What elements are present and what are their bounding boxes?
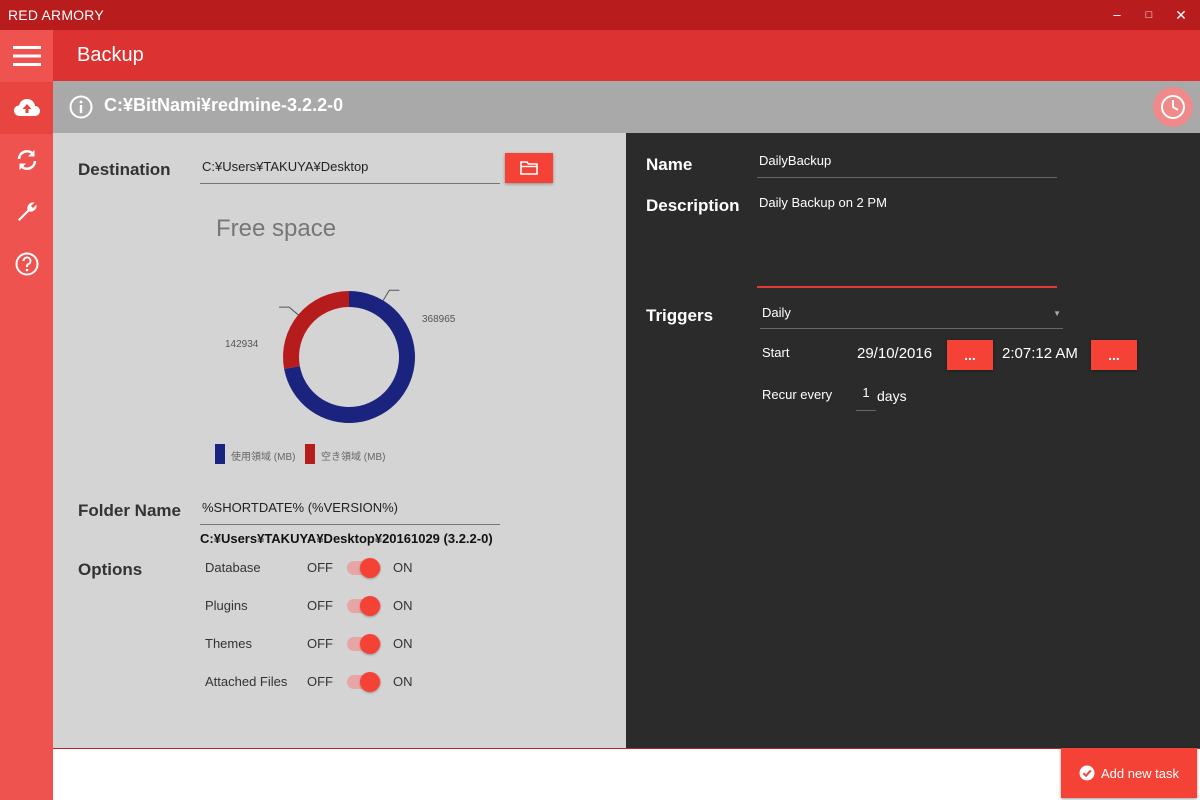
task-name-value: DailyBackup bbox=[759, 153, 832, 168]
start-time: 2:07:12 AM bbox=[1002, 345, 1078, 362]
toggle-on-label: ON bbox=[393, 598, 413, 613]
sidebar-item-help[interactable] bbox=[0, 238, 53, 290]
option-label: Database bbox=[205, 560, 261, 575]
used-space-leader bbox=[382, 289, 400, 301]
title-bar: RED ARMORY – □ ✕ bbox=[0, 0, 1200, 30]
free-space-leader bbox=[279, 306, 299, 316]
option-label: Plugins bbox=[205, 598, 248, 613]
legend-label-used: 使用領域 (MB) bbox=[231, 452, 296, 463]
resolved-path: C:¥Users¥TAKUYA¥Desktop¥20161029 (3.2.2-… bbox=[200, 531, 493, 546]
chart-legend: 使用領域 (MB) 空き領域 (MB) bbox=[215, 444, 455, 464]
browse-folder-button[interactable] bbox=[505, 153, 553, 183]
help-icon bbox=[15, 252, 38, 276]
info-icon bbox=[69, 95, 93, 119]
toggle-off-label: OFF bbox=[307, 598, 333, 613]
page-header: Backup bbox=[53, 30, 1200, 81]
toggle-on-label: ON bbox=[393, 674, 413, 689]
toggle-on-label: ON bbox=[393, 560, 413, 575]
path-bar: C:¥BitNami¥redmine-3.2.2-0 bbox=[53, 81, 1200, 133]
menu-button[interactable] bbox=[0, 30, 53, 82]
options-label: Options bbox=[78, 560, 143, 579]
destination-label: Destination bbox=[78, 160, 171, 179]
recur-input[interactable]: 1 bbox=[856, 385, 876, 411]
backup-settings-panel: Destination C:¥Users¥TAKUYA¥Desktop Free… bbox=[53, 133, 626, 748]
app-title: RED ARMORY bbox=[8, 7, 104, 23]
toggle-knob bbox=[360, 634, 380, 654]
folder-name-value: %SHORTDATE% (%VERSION%) bbox=[202, 500, 398, 515]
start-label: Start bbox=[762, 345, 790, 360]
toggle-off-label: OFF bbox=[307, 560, 333, 575]
maximize-button[interactable]: □ bbox=[1134, 4, 1164, 26]
toggle-knob bbox=[360, 672, 380, 692]
date-picker-button[interactable]: ... bbox=[947, 340, 993, 370]
recur-value: 1 bbox=[862, 385, 870, 400]
toggle-on-label: ON bbox=[393, 636, 413, 651]
folder-name-input[interactable]: %SHORTDATE% (%VERSION%) bbox=[200, 500, 500, 525]
free-space-slice bbox=[283, 291, 349, 370]
add-task-label: Add new task bbox=[1100, 765, 1180, 781]
wrench-icon bbox=[17, 202, 37, 221]
description-value: Daily Backup on 2 PM bbox=[759, 195, 887, 210]
option-label: Themes bbox=[205, 636, 252, 651]
toggle-off-label: OFF bbox=[307, 636, 333, 651]
clock-icon bbox=[1161, 95, 1185, 119]
recur-unit: days bbox=[877, 388, 907, 404]
destination-input[interactable]: C:¥Users¥TAKUYA¥Desktop bbox=[200, 159, 500, 184]
folder-icon bbox=[520, 161, 538, 175]
triggers-label: Triggers bbox=[646, 306, 714, 325]
time-picker-button[interactable]: ... bbox=[1091, 340, 1137, 370]
folder-name-label: Folder Name bbox=[78, 501, 181, 520]
sidebar-item-settings[interactable] bbox=[0, 186, 53, 238]
bottom-bar bbox=[53, 748, 1200, 800]
trigger-select[interactable]: Daily ▼ bbox=[760, 305, 1063, 329]
history-button[interactable] bbox=[1153, 87, 1193, 127]
start-date: 29/10/2016 bbox=[857, 345, 933, 362]
minimize-button[interactable]: – bbox=[1102, 4, 1132, 26]
trigger-value: Daily bbox=[762, 305, 791, 320]
hamburger-menu-icon bbox=[12, 46, 41, 66]
description-textarea[interactable]: Daily Backup on 2 PM bbox=[757, 195, 1057, 288]
option-label: Attached Files bbox=[205, 674, 288, 689]
check-circle-icon bbox=[1079, 765, 1095, 781]
description-label: Description bbox=[646, 196, 740, 215]
sidebar-item-backup[interactable] bbox=[0, 82, 53, 134]
page-title: Backup bbox=[77, 44, 144, 66]
destination-value: C:¥Users¥TAKUYA¥Desktop bbox=[202, 159, 369, 174]
legend-label-free: 空き領域 (MB) bbox=[321, 452, 386, 463]
cloud-upload-icon bbox=[13, 99, 40, 116]
toggle-knob bbox=[360, 596, 380, 616]
task-settings-panel: Name DailyBackup Description Daily Backu… bbox=[626, 133, 1200, 748]
sidebar bbox=[0, 30, 53, 800]
redmine-path: C:¥BitNami¥redmine-3.2.2-0 bbox=[104, 95, 344, 115]
free-space-value-label: 142934 bbox=[225, 339, 259, 350]
used-space-value-label: 368965 bbox=[422, 314, 456, 325]
close-button[interactable]: ✕ bbox=[1166, 4, 1196, 26]
sync-icon bbox=[17, 150, 36, 170]
task-name-input[interactable]: DailyBackup bbox=[757, 153, 1057, 178]
free-space-title: Free space bbox=[216, 215, 337, 242]
legend-swatch-free bbox=[305, 444, 315, 464]
legend-swatch-used bbox=[215, 444, 225, 464]
dropdown-arrow-icon: ▼ bbox=[1053, 309, 1061, 318]
toggle-off-label: OFF bbox=[307, 674, 333, 689]
free-space-chart: 368965 142934 bbox=[225, 289, 456, 423]
add-task-button[interactable]: Add new task bbox=[1061, 748, 1197, 798]
toggle-knob bbox=[360, 558, 380, 578]
sidebar-item-restore[interactable] bbox=[0, 134, 53, 186]
name-label: Name bbox=[646, 155, 693, 174]
recur-label: Recur every bbox=[762, 387, 833, 402]
